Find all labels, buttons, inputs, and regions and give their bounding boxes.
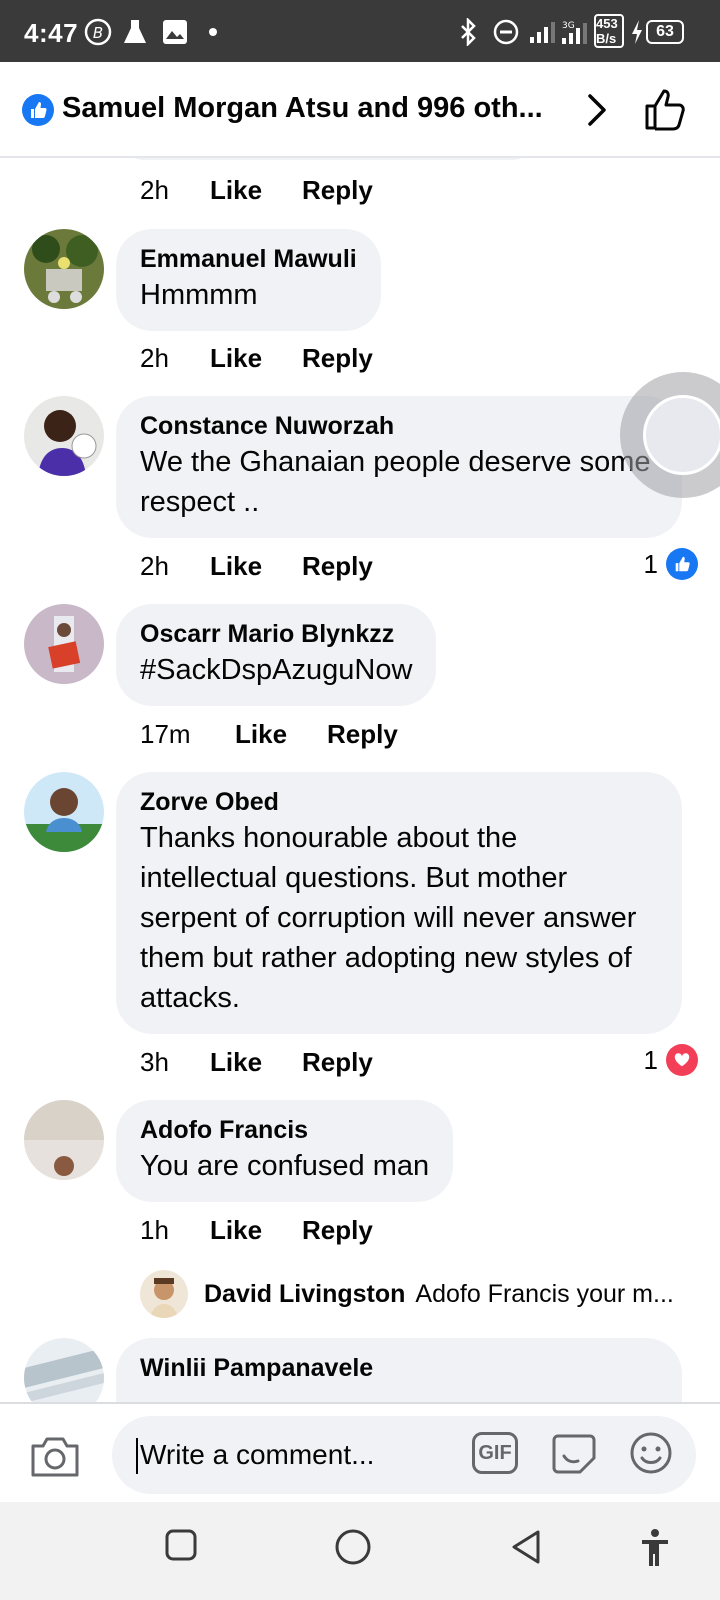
comment-time: 2h [140, 174, 169, 205]
reply-author[interactable]: David Livingston [204, 1280, 405, 1309]
reaction-summary[interactable]: 1 [644, 548, 698, 580]
comment-time: 2h [140, 342, 169, 373]
reactions-summary[interactable]: Samuel Morgan Atsu and 996 oth... [62, 92, 567, 125]
comment-author[interactable]: Constance Nuworzah [140, 410, 658, 442]
comment-list[interactable]: 2h Like Reply Emmanuel Mawuli Hmmmm 2h L… [0, 158, 720, 1464]
comment-text: You are confused man [140, 1150, 430, 1182]
reactions-header[interactable]: Samuel Morgan Atsu and 996 oth... [0, 62, 720, 158]
like-reaction-icon [22, 94, 54, 126]
home-icon[interactable] [334, 1528, 372, 1571]
dot-icon [208, 18, 218, 46]
comment-actions: 2h Like Reply [140, 340, 373, 376]
comment-input-placeholder[interactable]: Write a comment... [136, 1438, 374, 1474]
like-reaction-icon [666, 548, 698, 580]
gif-button[interactable]: GIF [472, 1432, 518, 1474]
reaction-summary[interactable]: 1 [644, 1044, 698, 1076]
battery-indicator: 63 [646, 20, 684, 44]
reply-text: Adofo Francis your m... [415, 1279, 674, 1308]
system-nav-bar [0, 1502, 720, 1600]
accessibility-icon[interactable] [640, 1528, 670, 1573]
svg-text:3G: 3G [562, 21, 575, 31]
comment-actions: 2h Like Reply [140, 548, 373, 584]
avatar[interactable] [140, 1270, 188, 1318]
comment-author[interactable]: Emmanuel Mawuli [140, 243, 357, 275]
comment-bubble[interactable]: Adofo Francis You are confused man [116, 1100, 454, 1202]
avatar[interactable] [24, 396, 104, 476]
back-icon[interactable] [508, 1528, 544, 1571]
like-button[interactable]: Like [210, 175, 262, 206]
comment-time: 3h [140, 1046, 169, 1077]
avatar[interactable] [24, 229, 104, 309]
comment-time: 17m [140, 718, 191, 749]
reaction-count: 1 [643, 548, 658, 579]
dnd-icon [492, 18, 520, 46]
assistive-touch-inner [643, 395, 720, 475]
thumbs-up-icon[interactable] [642, 86, 690, 139]
like-button[interactable]: Like [210, 1047, 262, 1078]
comment-time: 2h [140, 550, 169, 581]
comment-bubble[interactable]: Zorve Obed Thanks honourable about the i… [116, 772, 682, 1034]
comment-actions: 3h Like Reply [140, 1044, 373, 1080]
love-reaction-icon [666, 1044, 698, 1076]
comment-author[interactable]: Oscarr Mario Blynkzz [140, 618, 412, 650]
comment-time: 1h [140, 1214, 169, 1245]
comment-composer: Write a comment... GIF [0, 1402, 720, 1502]
comment-text: Thanks honourable about the intellectual… [140, 822, 637, 1014]
avatar[interactable] [24, 772, 104, 852]
signal-3g-icon: 3G [560, 18, 590, 46]
avatar[interactable] [24, 604, 104, 684]
reply-button[interactable]: Reply [302, 343, 373, 374]
image-icon [162, 18, 188, 46]
comment-actions: 17m Like Reply [140, 716, 398, 752]
flask-icon [122, 18, 148, 46]
reply-preview[interactable]: David Livingston Adofo Francis your m... [140, 1270, 700, 1318]
chevron-right-icon[interactable] [584, 90, 612, 135]
previous-comment-bubble [118, 158, 538, 160]
comment-bubble[interactable]: Oscarr Mario Blynkzz #SackDspAzuguNow [116, 604, 437, 706]
like-button[interactable]: Like [210, 343, 262, 374]
reply-button[interactable]: Reply [302, 551, 373, 582]
reply-button[interactable]: Reply [327, 719, 398, 750]
comment-author[interactable]: Winlii Pampanavele [140, 1352, 658, 1384]
bluetooth-icon [458, 18, 480, 46]
like-button[interactable]: Like [210, 1215, 262, 1246]
b-circle-icon: B [84, 18, 112, 46]
camera-icon[interactable] [30, 1434, 80, 1483]
comments-sheet: Samuel Morgan Atsu and 996 oth... 2h Lik… [0, 62, 720, 1600]
charging-icon [630, 18, 644, 46]
reply-button[interactable]: Reply [302, 1215, 373, 1246]
comment-author[interactable]: Zorve Obed [140, 786, 658, 818]
status-bar: 4:47 B 3G 453 B/s 63 [0, 0, 720, 62]
comment-actions: 1h Like Reply [140, 1212, 373, 1248]
comment-author[interactable]: Adofo Francis [140, 1114, 429, 1146]
avatar[interactable] [24, 1100, 104, 1180]
status-time: 4:47 [24, 18, 79, 48]
comment-text: We the Ghanaian people deserve some resp… [140, 446, 651, 518]
svg-text:B: B [93, 24, 103, 42]
comment-bubble[interactable]: Emmanuel Mawuli Hmmmm [116, 229, 381, 331]
emoji-icon[interactable] [628, 1430, 674, 1481]
previous-comment-actions: 2h Like Reply [140, 172, 373, 208]
like-button[interactable]: Like [235, 719, 287, 750]
recents-icon[interactable] [164, 1528, 198, 1567]
comment-input[interactable]: Write a comment... GIF [112, 1416, 696, 1494]
like-button[interactable]: Like [210, 551, 262, 582]
sticker-icon[interactable] [550, 1430, 598, 1481]
reaction-count: 1 [643, 1044, 658, 1075]
comment-text: Hmmmm [140, 279, 258, 311]
reply-button[interactable]: Reply [302, 1047, 373, 1078]
network-speed: 453 B/s [594, 14, 624, 48]
comment-bubble[interactable]: Constance Nuworzah We the Ghanaian peopl… [116, 396, 682, 538]
comment-text: #SackDspAzuguNow [140, 654, 413, 686]
reply-button[interactable]: Reply [302, 175, 373, 206]
signal-icon [528, 18, 556, 46]
